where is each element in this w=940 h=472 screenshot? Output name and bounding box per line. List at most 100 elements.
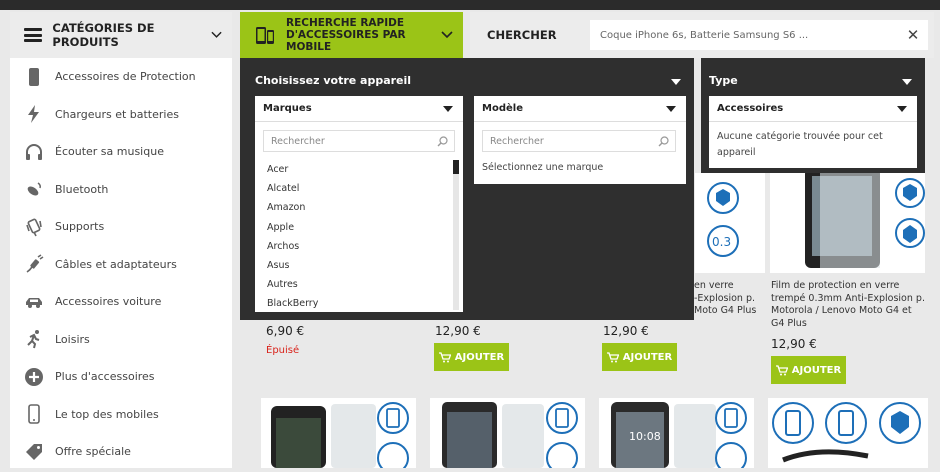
caret-down-icon[interactable] — [671, 79, 681, 85]
sidebar-item-label: Accessoires voiture — [55, 295, 162, 309]
sidebar-item-label: Câbles et adaptateurs — [55, 257, 177, 271]
smartphone-icon — [28, 404, 40, 425]
brand-item[interactable]: Apple — [255, 218, 453, 237]
product-price: 6,90 € — [266, 324, 305, 338]
type-panel: Accessoires Aucune catégorie trouvée pou… — [709, 96, 917, 168]
model-label: Modèle — [482, 103, 523, 114]
sidebar-item-top-mobiles[interactable]: Le top des mobiles — [10, 396, 232, 434]
sidebar-item-label: Accessoires de Protection — [55, 70, 196, 84]
product-image[interactable]: 0.3 — [695, 173, 765, 273]
cart-icon — [775, 364, 788, 375]
close-icon[interactable]: ✕ — [898, 26, 928, 44]
cart-icon — [606, 351, 619, 362]
sidebar-item-label: Chargeurs et batteries — [55, 107, 179, 121]
chevron-down-icon — [211, 31, 222, 38]
type-selector-panel: Type Accessoires Aucune catégorie trouvé… — [701, 58, 925, 173]
device-selector-panel: Choisissez votre appareil Marques Recher… — [240, 58, 694, 320]
phone-product-image — [442, 402, 578, 472]
svg-text:10:08: 10:08 — [629, 430, 661, 443]
sidebar-item-bluetooth[interactable]: Bluetooth — [10, 171, 232, 209]
sidebar-item-cables[interactable]: Câbles et adaptateurs — [10, 246, 232, 284]
product-image[interactable] — [770, 168, 925, 273]
caret-down-icon — [666, 106, 676, 112]
categories-button[interactable]: CATÉGORIES DE PRODUITS — [10, 12, 232, 58]
product-image[interactable] — [768, 398, 928, 468]
product-image[interactable] — [430, 398, 585, 472]
brand-item[interactable]: BlackBerry — [255, 294, 453, 313]
sidebar-item-leisure[interactable]: Loisirs — [10, 321, 232, 359]
add-to-cart-button[interactable]: AJOUTER — [771, 356, 846, 384]
sidebar-item-label: Bluetooth — [55, 182, 109, 196]
categories-label: CATÉGORIES DE PRODUITS — [52, 21, 155, 49]
sidebar-item-car[interactable]: Accessoires voiture — [10, 283, 232, 321]
sidebar-item-label: Supports — [55, 220, 105, 234]
type-label: Accessoires — [717, 103, 784, 114]
brand-item[interactable]: Amazon — [255, 198, 453, 217]
sidebar-item-label: Écouter sa musique — [55, 145, 164, 159]
tag-icon — [26, 443, 42, 460]
quick-search-button[interactable]: RECHERCHE RAPIDE D'ACCESSOIRES PAR MOBIL… — [240, 12, 463, 58]
chevron-down-icon — [441, 31, 453, 39]
search-label: CHERCHER — [487, 28, 557, 42]
screen-protector-image — [805, 168, 925, 268]
brand-dropdown[interactable]: Marques — [255, 96, 463, 122]
sidebar-item-more[interactable]: Plus d'accessoires — [10, 358, 232, 396]
cable-icon — [26, 254, 44, 273]
product-title[interactable]: Film de protection en verre trempé 0.3mm… — [771, 280, 931, 330]
sidebar-item-label: Le top des mobiles — [55, 407, 159, 421]
phones-icon — [256, 27, 274, 44]
brand-item[interactable]: Archos — [255, 237, 453, 256]
caret-down-icon[interactable] — [902, 79, 912, 85]
protection-icons-image — [772, 402, 921, 463]
type-dropdown[interactable]: Accessoires — [709, 96, 917, 122]
brand-item[interactable]: Acer — [255, 160, 453, 179]
runner-icon — [27, 330, 40, 349]
brand-label: Marques — [263, 103, 312, 114]
product-image[interactable] — [261, 398, 416, 472]
caret-down-icon — [443, 106, 453, 112]
car-icon — [26, 297, 42, 308]
scrollbar-thumb[interactable] — [453, 160, 459, 174]
model-search-placeholder: Rechercher — [490, 135, 544, 147]
top-strip — [0, 0, 940, 10]
brand-scrollbar[interactable] — [453, 160, 459, 310]
sidebar-item-label: Offre spéciale — [55, 445, 131, 459]
plus-circle-icon — [25, 367, 43, 386]
sidebar-item-supports[interactable]: Supports — [10, 208, 232, 246]
model-panel: Modèle Rechercher Sélectionnez une marqu… — [474, 96, 686, 184]
brand-panel: Marques Rechercher Acer Alcatel Amazon A… — [255, 96, 463, 312]
sidebar-item-chargers[interactable]: Chargeurs et batteries — [10, 96, 232, 134]
model-dropdown[interactable]: Modèle — [474, 96, 686, 122]
caret-down-icon — [897, 106, 907, 112]
brand-item[interactable]: Autres — [255, 275, 453, 294]
bluetooth-icon — [27, 182, 41, 196]
search-icon — [437, 136, 448, 147]
model-hint: Sélectionnez une marque — [482, 162, 604, 173]
sidebar-item-special-offer[interactable]: Offre spéciale — [10, 433, 232, 471]
add-to-cart-button[interactable]: AJOUTER — [434, 343, 509, 371]
phone-product-image: 10:08 — [611, 402, 747, 472]
brand-search-input[interactable]: Rechercher — [263, 130, 455, 152]
brand-search-placeholder: Rechercher — [271, 135, 325, 147]
phone-product-image — [271, 402, 409, 472]
sidebar-item-protection[interactable]: Accessoires de Protection — [10, 58, 232, 96]
quick-search-label: RECHERCHE RAPIDE D'ACCESSOIRES PAR MOBIL… — [286, 17, 406, 53]
search-input[interactable]: Coque iPhone 6s, Batterie Samsung S6 ...… — [590, 20, 928, 50]
sold-out-label: Épuisé — [266, 345, 300, 356]
phone-case-icon — [29, 67, 39, 86]
model-search-input[interactable]: Rechercher — [482, 130, 676, 152]
search-placeholder: Coque iPhone 6s, Batterie Samsung S6 ... — [600, 29, 809, 41]
brand-item[interactable]: Asus — [255, 256, 453, 275]
search-bar: CHERCHER Coque iPhone 6s, Batterie Samsu… — [470, 12, 934, 58]
product-price: 12,90 € — [771, 337, 817, 351]
lightning-icon — [28, 105, 39, 124]
brand-item[interactable]: Alcatel — [255, 179, 453, 198]
product-image[interactable]: 10:08 — [599, 398, 754, 472]
product-price: 12,90 € — [435, 324, 481, 338]
hamburger-icon — [24, 28, 43, 42]
sidebar-item-music[interactable]: Écouter sa musique — [10, 133, 232, 171]
add-to-cart-button[interactable]: AJOUTER — [602, 343, 677, 371]
brand-list: Acer Alcatel Amazon Apple Archos Asus Au… — [255, 160, 453, 314]
cart-icon — [438, 351, 451, 362]
sidebar: Accessoires de Protection Chargeurs et b… — [10, 58, 232, 468]
